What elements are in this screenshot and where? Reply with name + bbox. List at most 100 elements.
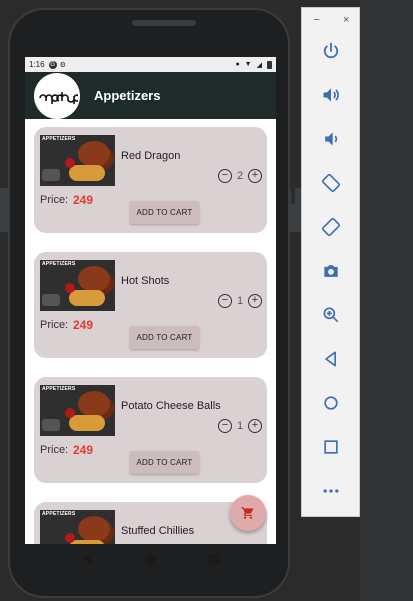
food-wings-graphic <box>78 266 110 292</box>
signal-icon: ◢ <box>256 61 262 69</box>
rotate-right-button[interactable] <box>316 212 346 242</box>
ide-right-strip <box>360 0 413 601</box>
item-name: Stuffed Chillies <box>121 525 195 537</box>
minimize-button[interactable]: − <box>314 14 320 26</box>
app-screen: 1:16 G ⚙ ● ▼ ◢ Appetizers APPETIZERS Red… <box>25 57 276 544</box>
item-card: APPETIZERS Potato Cheese Balls − 1 + Pri… <box>34 377 267 483</box>
add-to-cart-button[interactable]: ADD TO CART <box>130 201 199 224</box>
decrement-button[interactable]: − <box>218 169 232 183</box>
food-rings-graphic <box>69 165 105 181</box>
rotate-right-icon <box>322 218 340 236</box>
food-wings-graphic <box>78 516 110 542</box>
phone-volume-button <box>291 238 295 308</box>
close-button[interactable]: × <box>343 14 349 26</box>
thumbnail-tag: APPETIZERS <box>42 136 76 142</box>
rotate-left-icon <box>322 174 340 192</box>
increment-button[interactable]: + <box>248 169 262 183</box>
item-image: APPETIZERS <box>40 385 115 436</box>
emulator-home-button[interactable] <box>316 388 346 418</box>
wifi-icon: ▼ <box>244 61 252 68</box>
emulator-window-controls: − × <box>302 8 361 32</box>
app-logo <box>34 72 80 119</box>
increment-button[interactable]: + <box>248 294 262 308</box>
add-to-cart-button[interactable]: ADD TO CART <box>130 326 199 349</box>
food-sauce-graphic <box>65 533 75 543</box>
quantity-value: 2 <box>236 170 244 182</box>
item-list[interactable]: APPETIZERS Red Dragon − 2 + Price: 249 A… <box>25 119 276 544</box>
price-value: 249 <box>73 318 94 332</box>
price-value: 249 <box>73 193 94 207</box>
food-sauce-graphic <box>65 283 75 293</box>
nav-back-icon[interactable] <box>81 553 93 565</box>
thumbnail-tag: APPETIZERS <box>42 511 76 517</box>
price-value: 249 <box>73 443 94 457</box>
battery-icon <box>267 60 272 69</box>
increment-button[interactable]: + <box>248 419 262 433</box>
food-sauce-graphic <box>65 408 75 418</box>
item-card: APPETIZERS Red Dragon − 2 + Price: 249 A… <box>34 127 267 233</box>
emulator-toolbar: − × <box>301 7 360 517</box>
overview-icon <box>324 440 338 454</box>
more-options-button[interactable] <box>316 476 346 506</box>
emulator-overview-button[interactable] <box>316 432 346 462</box>
logo-wordmark-icon <box>39 91 78 104</box>
status-time: 1:16 <box>29 60 45 69</box>
volume-down-button[interactable] <box>316 124 346 154</box>
google-notification-icon: G <box>48 60 57 69</box>
item-name: Red Dragon <box>121 150 181 162</box>
cart-fab-button[interactable] <box>230 495 266 531</box>
food-bowl-graphic <box>42 169 60 181</box>
phone-power-button <box>291 160 295 204</box>
add-to-cart-button[interactable]: ADD TO CART <box>130 451 199 474</box>
food-bowl-graphic <box>42 419 60 431</box>
food-sauce-graphic <box>65 158 75 168</box>
item-name: Potato Cheese Balls <box>121 400 221 412</box>
food-rings-graphic <box>69 290 105 306</box>
cart-icon <box>241 507 254 519</box>
zoom-icon <box>323 307 339 323</box>
quantity-value: 1 <box>236 295 244 307</box>
location-icon: ● <box>235 61 240 68</box>
item-image: APPETIZERS <box>40 260 115 311</box>
price-label: Price: <box>40 194 69 206</box>
price-label: Price: <box>40 444 69 456</box>
food-rings-graphic <box>69 415 105 431</box>
item-name: Hot Shots <box>121 275 170 287</box>
app-bar: Appetizers <box>25 72 276 119</box>
item-image: APPETIZERS <box>40 510 115 544</box>
emulator-back-button[interactable] <box>316 344 346 374</box>
food-wings-graphic <box>78 391 110 417</box>
phone-speaker <box>132 20 196 26</box>
decrement-button[interactable]: − <box>218 294 232 308</box>
volume-up-icon <box>323 88 339 102</box>
price-label: Price: <box>40 319 69 331</box>
screenshot-button[interactable] <box>316 256 346 286</box>
power-button[interactable] <box>316 36 346 66</box>
thumbnail-tag: APPETIZERS <box>42 386 76 392</box>
item-card: APPETIZERS Hot Shots − 1 + Price: 249 AD… <box>34 252 267 358</box>
food-bowl-graphic <box>42 294 60 306</box>
status-bar: 1:16 G ⚙ ● ▼ ◢ <box>25 57 276 72</box>
rotate-left-button[interactable] <box>316 168 346 198</box>
nav-recents-icon[interactable] <box>208 553 220 565</box>
home-icon <box>324 396 338 410</box>
quantity-stepper: − 1 + <box>218 419 262 433</box>
quantity-stepper: − 2 + <box>218 169 262 183</box>
settings-notification-icon: ⚙ <box>59 61 66 69</box>
more-icon <box>323 489 339 493</box>
nav-home-icon[interactable] <box>144 553 156 565</box>
power-icon <box>323 42 339 59</box>
android-nav-bar <box>25 544 276 574</box>
quantity-value: 1 <box>236 420 244 432</box>
item-image: APPETIZERS <box>40 135 115 186</box>
thumbnail-tag: APPETIZERS <box>42 261 76 267</box>
volume-up-button[interactable] <box>316 80 346 110</box>
decrement-button[interactable]: − <box>218 419 232 433</box>
volume-down-icon <box>325 132 338 146</box>
food-wings-graphic <box>78 141 110 167</box>
page-title: Appetizers <box>94 88 161 103</box>
quantity-stepper: − 1 + <box>218 294 262 308</box>
back-icon <box>325 351 336 367</box>
camera-icon <box>324 265 338 277</box>
zoom-button[interactable] <box>316 300 346 330</box>
